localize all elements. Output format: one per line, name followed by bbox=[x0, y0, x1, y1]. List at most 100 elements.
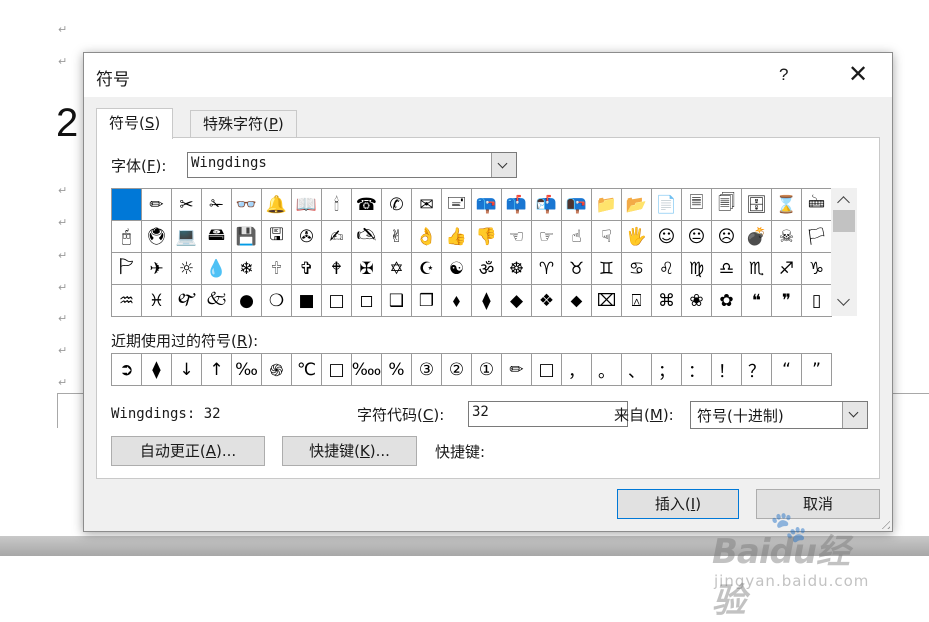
recent-symbol-cell[interactable]: □ bbox=[322, 354, 352, 386]
symbol-cell[interactable]: 📪 bbox=[472, 189, 502, 221]
symbol-cell[interactable]: ⬧ bbox=[442, 285, 472, 317]
symbol-cell[interactable]: 📖 bbox=[292, 189, 322, 221]
recent-symbol-cell[interactable]: □ bbox=[532, 354, 562, 386]
symbol-cell[interactable]: ◻ bbox=[352, 285, 382, 317]
symbol-cell[interactable]: 🖲 bbox=[142, 221, 172, 253]
recent-symbol-cell[interactable]: “ bbox=[772, 354, 802, 386]
symbol-cell[interactable]: ✠ bbox=[352, 253, 382, 285]
symbol-cell[interactable]: ✈ bbox=[142, 253, 172, 285]
symbol-cell[interactable]: ✍ bbox=[322, 221, 352, 253]
symbol-cell[interactable]: ☟ bbox=[592, 221, 622, 253]
symbol-cell[interactable]: 🙵 bbox=[202, 285, 232, 317]
symbol-cell[interactable]: ✡ bbox=[382, 253, 412, 285]
recent-symbol-cell[interactable]: ！ bbox=[712, 354, 742, 386]
symbol-cell[interactable]: ⬥ bbox=[562, 285, 592, 317]
recent-symbol-cell[interactable]: ↑ bbox=[202, 354, 232, 386]
symbol-cell[interactable]: ♐ bbox=[772, 253, 802, 285]
symbol-cell[interactable]: ☯ bbox=[442, 253, 472, 285]
symbol-cell[interactable]: ✉ bbox=[412, 189, 442, 221]
symbol-cell[interactable]: ⌧ bbox=[592, 285, 622, 317]
symbol-cell-selected[interactable] bbox=[112, 189, 142, 221]
symbol-cell[interactable]: 👓 bbox=[232, 189, 262, 221]
symbol-cell[interactable]: ♋ bbox=[622, 253, 652, 285]
symbol-cell[interactable]: 🖮 bbox=[802, 189, 832, 221]
symbol-cell[interactable]: ✞ bbox=[292, 253, 322, 285]
symbol-cell[interactable]: ✁ bbox=[202, 189, 232, 221]
symbol-cell[interactable]: ♎ bbox=[712, 253, 742, 285]
recent-symbol-cell[interactable]: ↓ bbox=[172, 354, 202, 386]
recent-symbol-cell[interactable]: ➲ bbox=[112, 354, 142, 386]
tab-special-characters[interactable]: 特殊字符(P) bbox=[190, 110, 297, 137]
symbol-cell[interactable]: 💾 bbox=[232, 221, 262, 253]
symbol-cell[interactable]: ☜ bbox=[502, 221, 532, 253]
symbol-cell[interactable]: ⌛ bbox=[772, 189, 802, 221]
symbol-cell[interactable]: ⌘ bbox=[652, 285, 682, 317]
chevron-down-icon[interactable] bbox=[842, 402, 867, 428]
symbol-cell[interactable]: 🗏 bbox=[682, 189, 712, 221]
symbol-cell[interactable]: 🖐 bbox=[622, 221, 652, 253]
symbol-cell[interactable]: ☠ bbox=[772, 221, 802, 253]
recent-symbol-cell[interactable]: ① bbox=[472, 354, 502, 386]
symbol-cell[interactable]: ❍ bbox=[262, 285, 292, 317]
symbol-grid-scrollbar[interactable] bbox=[831, 188, 857, 316]
symbol-cell[interactable]: ♒ bbox=[112, 285, 142, 317]
recent-symbol-cell[interactable]: ； bbox=[652, 354, 682, 386]
symbol-cell[interactable]: ☸ bbox=[502, 253, 532, 285]
symbol-cell[interactable]: 🖰 bbox=[112, 221, 142, 253]
symbol-cell[interactable]: ◆ bbox=[502, 285, 532, 317]
symbol-cell[interactable]: ❒ bbox=[412, 285, 442, 317]
recent-symbol-cell[interactable]: ֍ bbox=[262, 354, 292, 386]
symbol-cell[interactable]: ❑ bbox=[382, 285, 412, 317]
symbol-cell[interactable]: ☎ bbox=[352, 189, 382, 221]
symbol-cell[interactable]: 🖃 bbox=[442, 189, 472, 221]
symbol-cell[interactable]: ⍓ bbox=[622, 285, 652, 317]
symbol-cell[interactable]: 🔔 bbox=[262, 189, 292, 221]
symbol-cell[interactable]: 💣 bbox=[742, 221, 772, 253]
symbol-cell[interactable]: ☺ bbox=[652, 221, 682, 253]
symbol-cell[interactable]: 👎 bbox=[472, 221, 502, 253]
recent-symbol-cell[interactable]: ： bbox=[682, 354, 712, 386]
symbol-cell[interactable]: ■ bbox=[292, 285, 322, 317]
recent-symbol-cell[interactable]: ③ bbox=[412, 354, 442, 386]
symbol-cell[interactable]: ♓ bbox=[142, 285, 172, 317]
recent-symbol-cell[interactable]: ‱ bbox=[352, 354, 382, 386]
autocorrect-button[interactable]: 自动更正(A)... bbox=[111, 436, 265, 466]
symbol-cell[interactable]: 👌 bbox=[412, 221, 442, 253]
symbol-cell[interactable]: ☹ bbox=[712, 221, 742, 253]
symbol-cell[interactable]: ♏ bbox=[742, 253, 772, 285]
recent-symbol-cell[interactable]: % bbox=[382, 354, 412, 386]
symbol-cell[interactable]: 🕆 bbox=[262, 253, 292, 285]
recent-symbol-cell[interactable]: 。 bbox=[592, 354, 622, 386]
help-button[interactable]: ? bbox=[779, 65, 788, 85]
symbol-cell[interactable]: 🕯 bbox=[322, 189, 352, 221]
recent-symbol-cell[interactable]: ？ bbox=[742, 354, 772, 386]
tab-symbols[interactable]: 符号(S) bbox=[96, 108, 174, 139]
recent-symbol-cell[interactable]: ” bbox=[802, 354, 832, 386]
recent-symbol-cell[interactable]: ✏ bbox=[502, 354, 532, 386]
symbol-cell[interactable]: 👍 bbox=[442, 221, 472, 253]
symbol-cell[interactable]: ♊ bbox=[592, 253, 622, 285]
from-dropdown[interactable]: 符号(十进制) bbox=[690, 401, 868, 429]
recent-symbol-cell[interactable]: ， bbox=[562, 354, 592, 386]
symbol-cell[interactable]: ❖ bbox=[532, 285, 562, 317]
symbol-cell[interactable]: ♈ bbox=[532, 253, 562, 285]
symbol-cell[interactable]: ● bbox=[232, 285, 262, 317]
symbol-cell[interactable]: ♑ bbox=[802, 253, 832, 285]
symbol-cell[interactable]: ⧫ bbox=[472, 285, 502, 317]
font-dropdown[interactable]: Wingdings bbox=[187, 152, 517, 178]
symbol-cell[interactable]: ✏ bbox=[142, 189, 172, 221]
charcode-input[interactable]: 32 bbox=[468, 401, 628, 427]
symbol-cell[interactable]: ✿ bbox=[712, 285, 742, 317]
symbol-cell[interactable]: ❀ bbox=[682, 285, 712, 317]
symbol-cell[interactable]: ✂ bbox=[172, 189, 202, 221]
insert-button[interactable]: 插入(I) bbox=[617, 489, 739, 519]
symbol-cell[interactable]: ♌ bbox=[652, 253, 682, 285]
symbol-cell[interactable]: ☪ bbox=[412, 253, 442, 285]
symbol-cell[interactable]: 📂 bbox=[622, 189, 652, 221]
symbol-cell[interactable]: 📬 bbox=[532, 189, 562, 221]
symbol-cell[interactable]: 🗄 bbox=[742, 189, 772, 221]
symbol-cell[interactable]: 💻 bbox=[172, 221, 202, 253]
shortcut-key-button[interactable]: 快捷键(K)... bbox=[282, 436, 417, 466]
symbol-cell[interactable]: ❝ bbox=[742, 285, 772, 317]
symbol-cell[interactable]: 🙰 bbox=[172, 285, 202, 317]
